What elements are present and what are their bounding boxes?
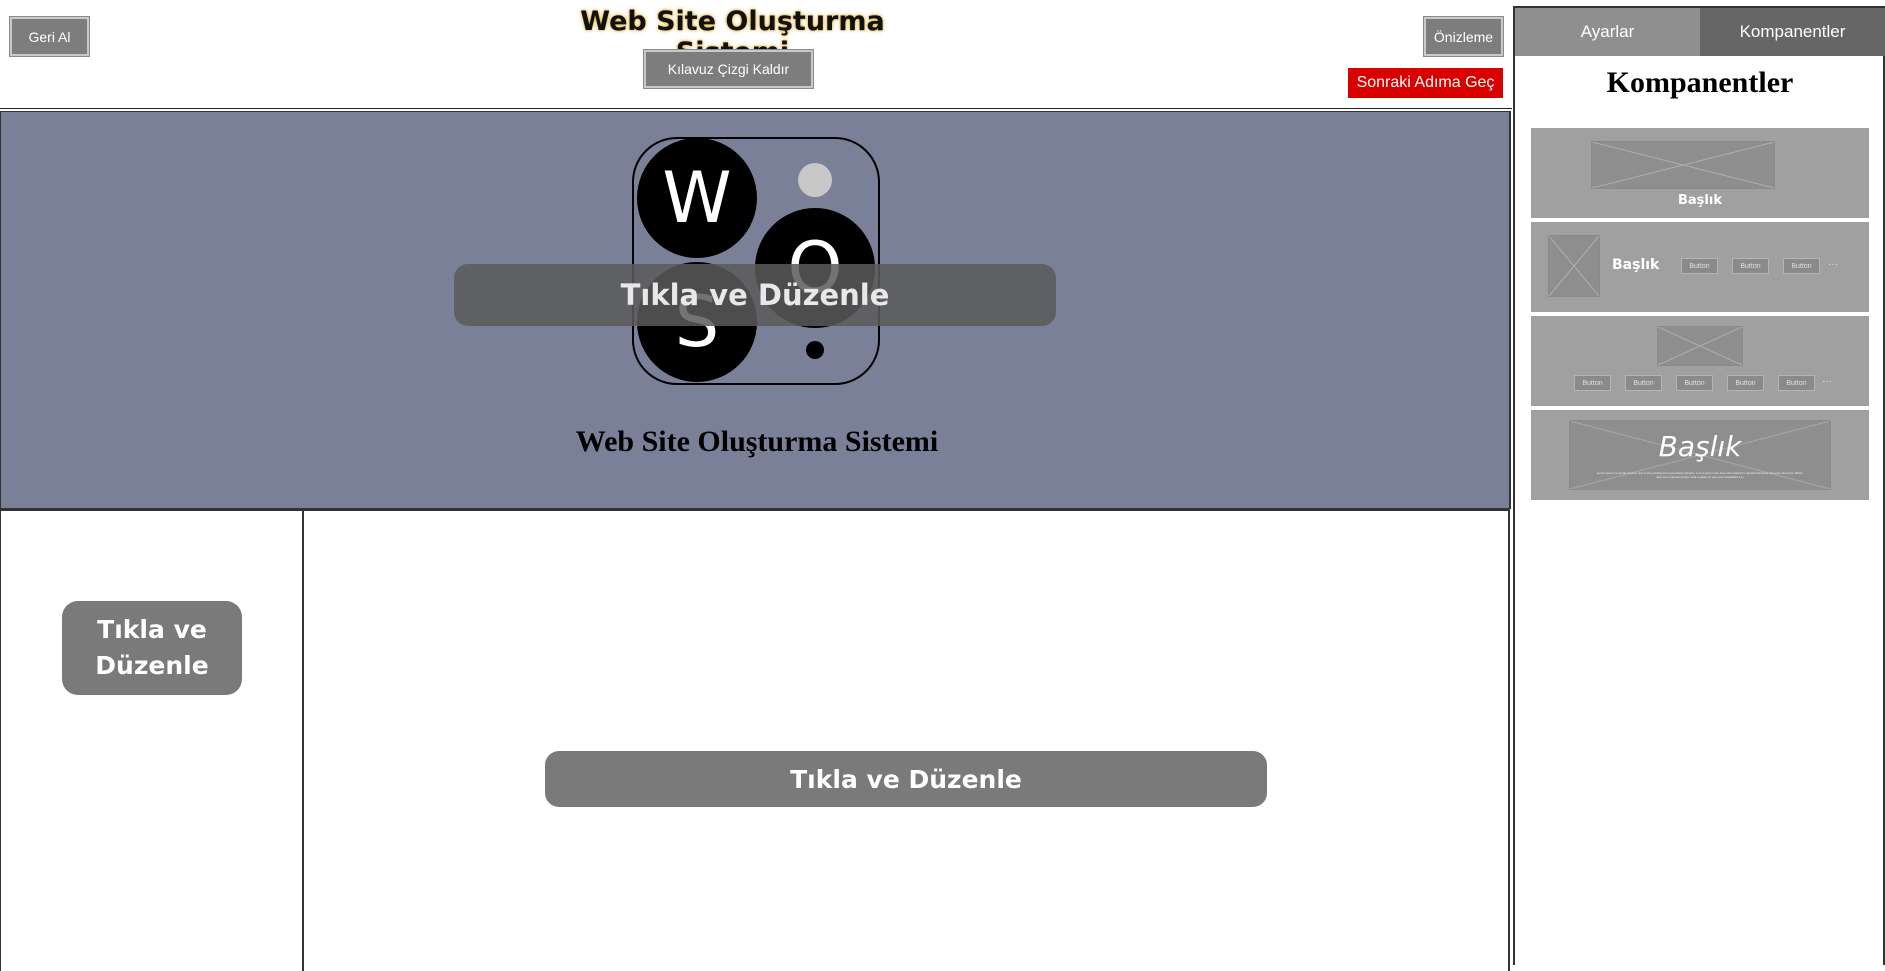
component-image-buttons[interactable]: Button Button Button Button Button ··· (1531, 316, 1869, 406)
image-placeholder-icon (1591, 141, 1775, 189)
mini-button: Button (1676, 375, 1713, 391)
panel-heading: Kompanentler (1606, 66, 1794, 99)
page-canvas: W O S Tıkla ve Düzenle Web Site Oluşturm… (0, 108, 1512, 971)
wos-logo: W O S (632, 137, 880, 385)
undo-button[interactable]: Geri Al (10, 17, 89, 56)
hero-section[interactable]: W O S Tıkla ve Düzenle Web Site Oluşturm… (0, 111, 1511, 509)
mini-button: Button (1625, 375, 1662, 391)
sidebar-column[interactable]: Tıkla ve Düzenle (0, 509, 304, 971)
tab-components[interactable]: Kompanentler (1700, 8, 1885, 56)
mini-button: Button (1574, 375, 1611, 391)
hero-title: Web Site Oluşturma Sistemi (575, 425, 939, 458)
component-image-title[interactable]: Başlık (1531, 128, 1869, 218)
hero-edit-overlay[interactable]: Tıkla ve Düzenle (454, 264, 1056, 326)
image-placeholder-icon (1657, 326, 1743, 366)
preview-button[interactable]: Önizleme (1424, 17, 1503, 56)
mini-button: Button (1727, 375, 1764, 391)
mini-button: Button (1732, 258, 1769, 274)
component-title: Başlık (1612, 257, 1660, 273)
component-body-text: Lorem Ipsum is simply dummy text of the … (1596, 471, 1804, 479)
more-dots: ··· (1828, 259, 1838, 270)
logo-letter-w: W (662, 157, 731, 239)
component-title: Başlık (1658, 430, 1742, 463)
next-step-button[interactable]: Sonraki Adıma Geç (1348, 68, 1503, 98)
mini-button: Button (1778, 375, 1815, 391)
more-dots: ··· (1822, 376, 1832, 387)
component-navbar[interactable]: Başlık Button Button Button ··· (1531, 222, 1869, 312)
sidebar-edit-overlay[interactable]: Tıkla ve Düzenle (62, 601, 242, 695)
remove-guidelines-button[interactable]: Kılavuz Çizgi Kaldır (644, 50, 813, 88)
component-banner[interactable]: Başlık Lorem Ipsum is simply dummy text … (1531, 410, 1869, 500)
main-content-column[interactable]: Tıkla ve Düzenle (303, 509, 1510, 971)
components-panel: Ayarlar Kompanentler Kompanentler Başlık… (1513, 6, 1885, 965)
mini-button: Button (1681, 258, 1718, 274)
main-edit-overlay[interactable]: Tıkla ve Düzenle (545, 751, 1267, 807)
mini-button: Button (1783, 258, 1820, 274)
image-placeholder-icon (1548, 235, 1600, 297)
tab-settings[interactable]: Ayarlar (1515, 8, 1700, 56)
component-title: Başlık (1678, 193, 1722, 208)
